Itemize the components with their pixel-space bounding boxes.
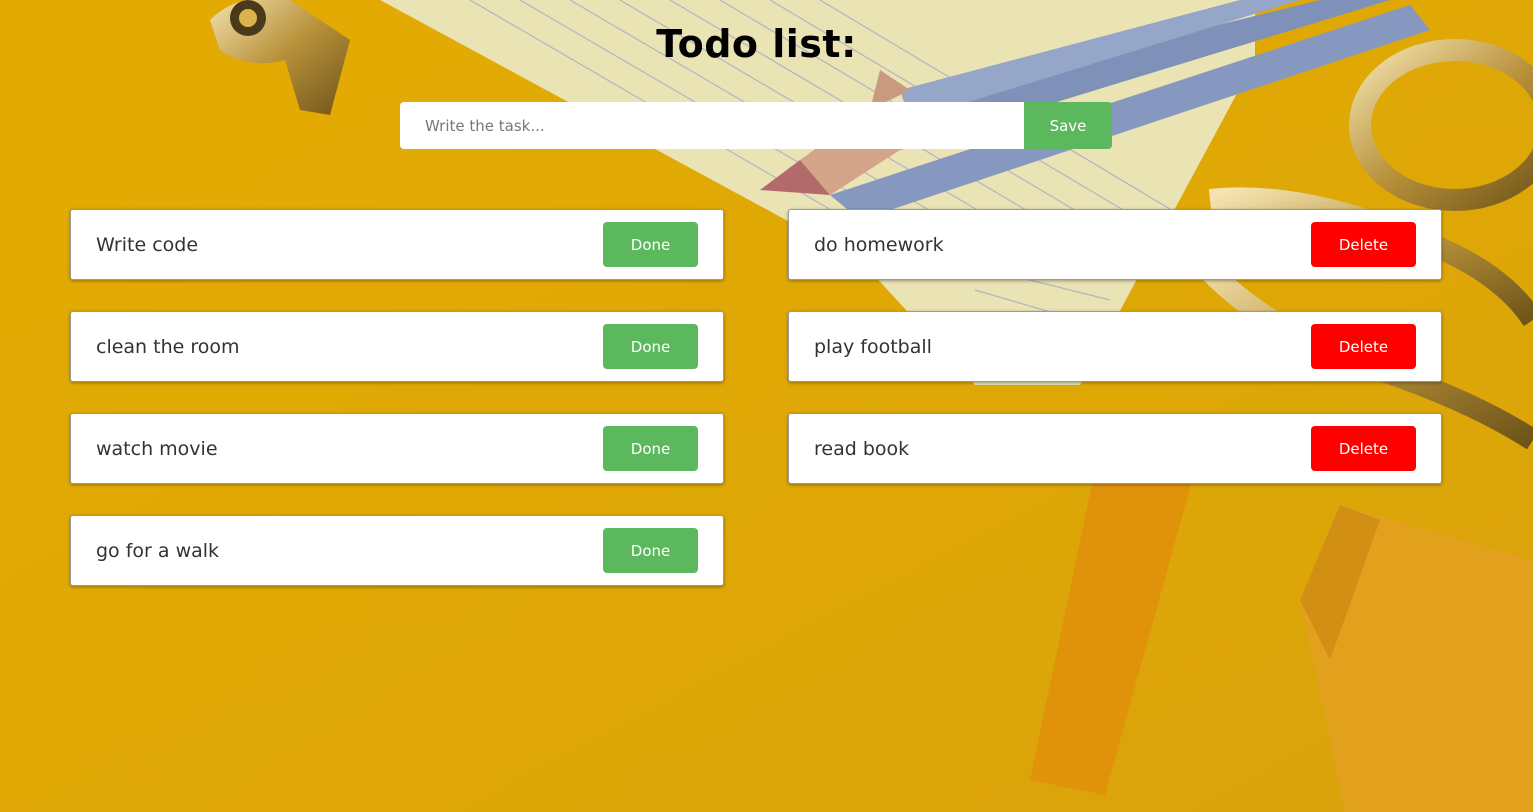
todo-item: go for a walk Done [70,515,724,586]
done-item-text: read book [814,437,910,460]
done-item-text: play football [814,335,932,358]
delete-button[interactable]: Delete [1311,324,1416,369]
todo-item-text: go for a walk [96,539,220,562]
task-form: Save [400,102,1112,149]
page-title: Todo list: [656,22,857,66]
save-button[interactable]: Save [1024,102,1112,149]
todo-item: watch movie Done [70,413,724,484]
done-item: do homework Delete [788,209,1442,280]
done-button[interactable]: Done [603,222,698,267]
done-button[interactable]: Done [603,426,698,471]
done-item: play football Delete [788,311,1442,382]
todo-list: Write code Done clean the room Done watc… [70,209,724,617]
task-input[interactable] [400,102,1024,149]
delete-button[interactable]: Delete [1311,426,1416,471]
todo-item-text: clean the room [96,335,240,358]
delete-button[interactable]: Delete [1311,222,1416,267]
done-item-text: do homework [814,233,944,256]
done-item: read book Delete [788,413,1442,484]
todo-item-text: watch movie [96,437,218,460]
app-stage: Todo list: Save Write code Done clean th… [0,0,1533,812]
todo-item: clean the room Done [70,311,724,382]
done-button[interactable]: Done [603,528,698,573]
todo-item: Write code Done [70,209,724,280]
todo-item-text: Write code [96,233,199,256]
done-button[interactable]: Done [603,324,698,369]
done-list: do homework Delete play football Delete … [788,209,1442,515]
